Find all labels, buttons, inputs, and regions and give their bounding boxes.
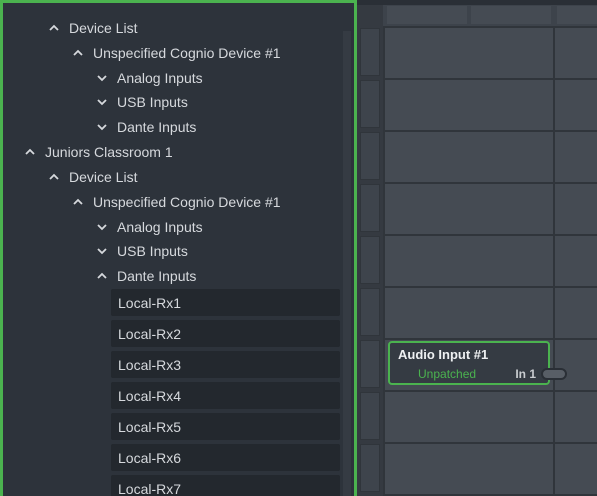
- dante-channel-item[interactable]: Local-Rx4: [111, 382, 340, 409]
- tree-item-cognio-device-2[interactable]: Unspecified Cognio Device #1: [71, 191, 281, 213]
- device-tree-panel: Device List Unspecified Cognio Device #1…: [0, 0, 357, 496]
- dante-channel-item[interactable]: Local-Rx7: [111, 475, 340, 496]
- column-header-cell: [387, 6, 467, 24]
- dante-channel-item[interactable]: Local-Rx2: [111, 320, 340, 347]
- tree-item-analog-inputs-2[interactable]: Analog Inputs: [95, 216, 203, 238]
- dante-channel-item[interactable]: Local-Rx1: [111, 289, 340, 316]
- tree-item-label: Dante Inputs: [117, 119, 197, 135]
- chevron-down-icon[interactable]: [95, 95, 109, 109]
- tree-item-usb-inputs-1[interactable]: USB Inputs: [95, 91, 188, 113]
- chevron-up-icon[interactable]: [47, 170, 61, 184]
- grid-cells: [385, 28, 597, 496]
- chevron-up-icon[interactable]: [23, 145, 37, 159]
- tree-item-device-list-1[interactable]: Device List: [47, 17, 137, 39]
- chevron-down-icon[interactable]: [95, 71, 109, 85]
- chevron-down-icon[interactable]: [95, 120, 109, 134]
- tree-item-dante-inputs-2[interactable]: Dante Inputs: [95, 265, 196, 287]
- node-port-label: In 1: [515, 367, 536, 381]
- chevron-down-icon[interactable]: [95, 220, 109, 234]
- row-header-cell: [360, 444, 380, 492]
- row-header-cell: [360, 28, 380, 76]
- grid-line: [553, 26, 555, 496]
- grid-line: [383, 286, 597, 288]
- grid-line: [383, 338, 597, 340]
- grid-row-header: [357, 5, 383, 496]
- chevron-up-icon[interactable]: [71, 195, 85, 209]
- grid-line: [383, 234, 597, 236]
- row-header-cell: [360, 392, 380, 440]
- row-header-cell: [360, 288, 380, 336]
- grid-line: [383, 26, 597, 28]
- tree-scrollbar-thumb[interactable]: [343, 31, 351, 496]
- tree-item-label: Unspecified Cognio Device #1: [93, 45, 281, 61]
- tree-scrollbar[interactable]: [343, 31, 351, 496]
- grid-line: [383, 26, 385, 496]
- tree-item-analog-inputs-1[interactable]: Analog Inputs: [95, 67, 203, 89]
- tree-item-label: Juniors Classroom 1: [45, 144, 173, 160]
- patch-grid[interactable]: [357, 0, 597, 496]
- dante-channel-item[interactable]: Local-Rx5: [111, 413, 340, 440]
- chevron-up-icon[interactable]: [95, 269, 109, 283]
- tree-item-label: USB Inputs: [117, 243, 188, 259]
- tree-item-label: Analog Inputs: [117, 219, 203, 235]
- tree-item-label: Dante Inputs: [117, 268, 197, 284]
- chevron-down-icon[interactable]: [95, 244, 109, 258]
- tree-item-label: Device List: [69, 20, 138, 36]
- grid-top-bar: [357, 0, 597, 5]
- tree-item-usb-inputs-2[interactable]: USB Inputs: [95, 240, 188, 262]
- chevron-up-icon[interactable]: [47, 21, 61, 35]
- tree-item-juniors-classroom-1[interactable]: Juniors Classroom 1: [23, 141, 173, 163]
- output-port-connector[interactable]: [541, 368, 567, 380]
- column-header-cell: [471, 6, 551, 24]
- node-status: Unpatched: [418, 367, 477, 381]
- grid-column-header: [385, 6, 597, 26]
- tree-item-cognio-device-1[interactable]: Unspecified Cognio Device #1: [71, 42, 281, 64]
- device-tree: Device List Unspecified Cognio Device #1…: [3, 3, 346, 496]
- row-header-cell: [360, 340, 380, 388]
- row-header-cell: [360, 184, 380, 232]
- column-header-cell: [557, 6, 597, 24]
- tree-item-device-list-2[interactable]: Device List: [47, 166, 137, 188]
- tree-item-label: Device List: [69, 169, 138, 185]
- dante-channel-item[interactable]: Local-Rx3: [111, 351, 340, 378]
- audio-input-node[interactable]: Audio Input #1 Unpatched In 1: [388, 341, 550, 385]
- tree-item-label: Unspecified Cognio Device #1: [93, 194, 281, 210]
- tree-item-dante-inputs-1[interactable]: Dante Inputs: [95, 116, 196, 138]
- chevron-up-icon[interactable]: [71, 46, 85, 60]
- tree-item-label: USB Inputs: [117, 94, 188, 110]
- grid-line: [383, 78, 597, 80]
- node-title: Audio Input #1: [398, 347, 489, 362]
- grid-line: [383, 182, 597, 184]
- row-header-cell: [360, 236, 380, 284]
- grid-line: [383, 130, 597, 132]
- grid-line: [383, 442, 597, 444]
- grid-line: [383, 390, 597, 392]
- dante-channel-item[interactable]: Local-Rx6: [111, 444, 340, 471]
- row-header-cell: [360, 80, 380, 128]
- row-header-cell: [360, 132, 380, 180]
- tree-item-label: Analog Inputs: [117, 70, 203, 86]
